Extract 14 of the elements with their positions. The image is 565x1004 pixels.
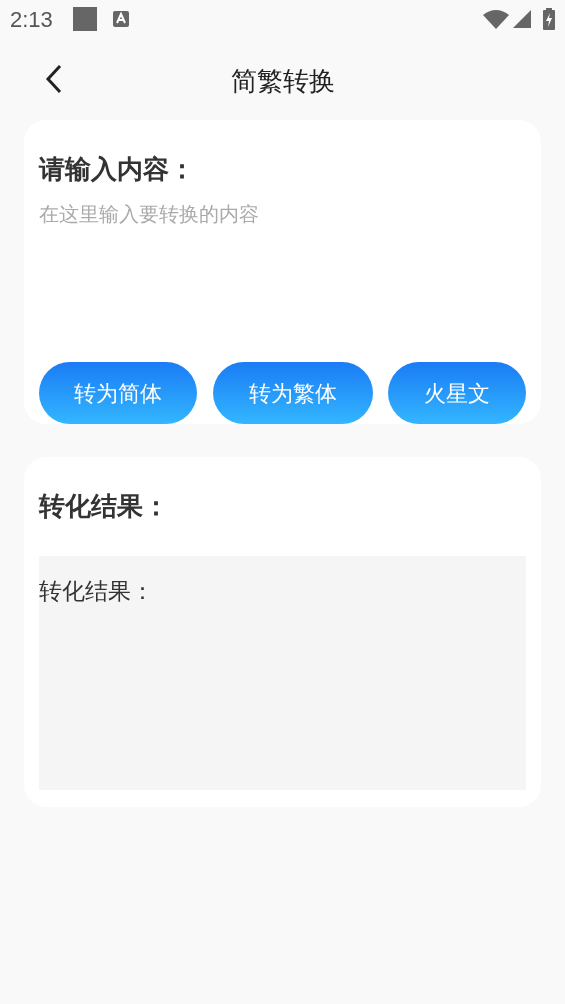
input-label: 请输入内容： (39, 153, 196, 186)
result-label: 转化结果： (39, 490, 170, 523)
square-icon (72, 7, 97, 31)
notification-icon (112, 11, 129, 27)
result-text: 转化结果： (39, 578, 154, 604)
status-time: 2:13 (10, 5, 53, 34)
signal-icon (513, 10, 531, 28)
convert-button[interactable]: 转为简体 (39, 362, 197, 424)
input-panel[interactable]: 请输入内容： 在这里输入要转换的内容 转为简体 转为繁体 火星文 (24, 120, 541, 424)
battery-icon (543, 8, 555, 30)
convert-button[interactable]: 转为繁体 (212, 362, 373, 424)
page-title: 简繁转换 (230, 64, 335, 98)
convert-button[interactable]: 火星文 (388, 362, 526, 424)
wifi-icon (483, 9, 509, 29)
